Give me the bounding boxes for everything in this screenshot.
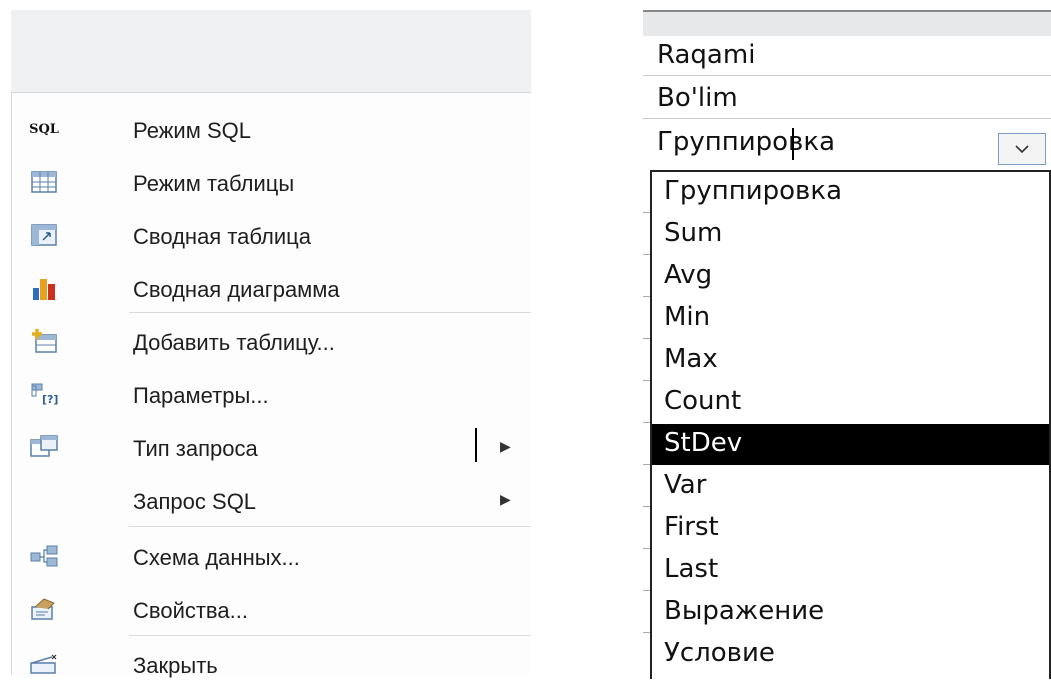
- svg-text:[?]: [?]: [42, 393, 58, 406]
- menu-item-add-table[interactable]: Добавить таблицу...: [12, 318, 531, 366]
- grid-header-strip: [643, 10, 1051, 36]
- menu-item-label: Тип запроса: [133, 436, 258, 461]
- dropdown-option[interactable]: Max: [652, 340, 1049, 381]
- text-cursor: [792, 128, 794, 160]
- dropdown-option[interactable]: Var: [652, 466, 1049, 507]
- menu-item-label: Схема данных...: [133, 545, 300, 570]
- parameters-icon: [?]: [30, 381, 58, 407]
- grid-row-total[interactable]: Группировка: [643, 124, 1051, 162]
- option-label: Min: [664, 302, 711, 332]
- properties-icon: [30, 596, 58, 622]
- option-label: Группировка: [664, 176, 843, 206]
- menu-item-label: Режим таблицы: [133, 171, 295, 196]
- menu-item-relationships[interactable]: Схема данных...: [12, 533, 531, 581]
- menu-item-close[interactable]: Закрыть: [12, 641, 531, 689]
- relationships-icon: [30, 543, 58, 569]
- menu-item-pivot-table[interactable]: Сводная таблица: [12, 212, 531, 260]
- option-label: Count: [664, 386, 742, 416]
- dropdown-option[interactable]: Count: [652, 382, 1049, 423]
- sql-text-icon: SQL: [29, 116, 59, 142]
- menu-separator: [129, 312, 531, 313]
- dropdown-option[interactable]: First: [652, 508, 1049, 549]
- grid-row-table[interactable]: Bo'lim: [643, 80, 1051, 119]
- option-label: Var: [664, 470, 707, 500]
- dropdown-option[interactable]: Min: [652, 298, 1049, 339]
- dropdown-toggle-button[interactable]: [998, 133, 1046, 165]
- menu-item-query-type[interactable]: Тип запроса ▶: [12, 424, 531, 472]
- dropdown-option[interactable]: Условие: [652, 634, 1049, 675]
- option-label: Avg: [664, 260, 713, 290]
- option-label: First: [664, 512, 719, 542]
- dropdown-option[interactable]: Sum: [652, 214, 1049, 255]
- menu-item-label: Добавить таблицу...: [133, 330, 335, 355]
- option-label: StDev: [664, 428, 743, 458]
- dropdown-option-selected[interactable]: StDev: [652, 424, 1049, 465]
- dropdown-option[interactable]: Группировка: [652, 172, 1049, 213]
- option-label: Max: [664, 344, 718, 374]
- menu-item-label: Параметры...: [133, 383, 269, 408]
- total-dropdown-list: Группировка Sum Avg Min Max Count StDev …: [650, 170, 1051, 679]
- close-icon: [30, 651, 58, 677]
- context-menu: SQL Режим SQL Режим таблицы Сводная табл…: [11, 92, 531, 678]
- text-cursor: [475, 428, 477, 462]
- add-table-icon: [30, 328, 58, 354]
- menu-item-pivot-chart[interactable]: Сводная диаграмма: [12, 265, 531, 313]
- context-menu-header-area: [11, 10, 531, 92]
- context-menu-panel: SQL Режим SQL Режим таблицы Сводная табл…: [11, 10, 531, 678]
- menu-separator: [129, 526, 531, 527]
- option-label: Last: [664, 554, 719, 584]
- menu-separator: [129, 635, 531, 636]
- pivot-chart-icon: [30, 275, 58, 301]
- menu-item-datasheet-view[interactable]: Режим таблицы: [12, 159, 531, 207]
- grid-cell-value: Группировка: [657, 127, 836, 157]
- menu-item-label: Запрос SQL: [133, 489, 257, 514]
- option-label: Sum: [664, 218, 723, 248]
- grid-row-field[interactable]: Raqami: [643, 37, 1051, 76]
- menu-item-label: Сводная диаграмма: [133, 277, 340, 302]
- pivot-table-icon: [30, 222, 58, 248]
- option-label: Выражение: [664, 596, 825, 626]
- option-label: Условие: [664, 638, 775, 668]
- menu-item-sql-query[interactable]: Запрос SQL ▶: [12, 477, 531, 525]
- chevron-down-icon: [1015, 145, 1029, 154]
- menu-item-label: Свойства...: [133, 598, 248, 623]
- datasheet-icon: [30, 169, 58, 195]
- dropdown-option[interactable]: Last: [652, 550, 1049, 591]
- menu-item-label: Сводная таблица: [133, 224, 311, 249]
- menu-item-properties[interactable]: Свойства...: [12, 586, 531, 634]
- menu-item-parameters[interactable]: [?] Параметры...: [12, 371, 531, 419]
- sql-icon-text: SQL: [29, 121, 59, 137]
- grid-cell-value: Bo'lim: [657, 83, 738, 113]
- submenu-arrow-icon: ▶: [500, 438, 511, 454]
- grid-cell-value: Raqami: [657, 40, 756, 70]
- query-type-icon: [30, 434, 58, 460]
- dropdown-option[interactable]: Выражение: [652, 592, 1049, 633]
- menu-item-sql-mode[interactable]: SQL Режим SQL: [12, 106, 531, 154]
- dropdown-option[interactable]: Avg: [652, 256, 1049, 297]
- menu-item-label: Режим SQL: [133, 118, 251, 143]
- submenu-arrow-icon: ▶: [500, 491, 511, 507]
- menu-item-label: Закрыть: [133, 653, 218, 678]
